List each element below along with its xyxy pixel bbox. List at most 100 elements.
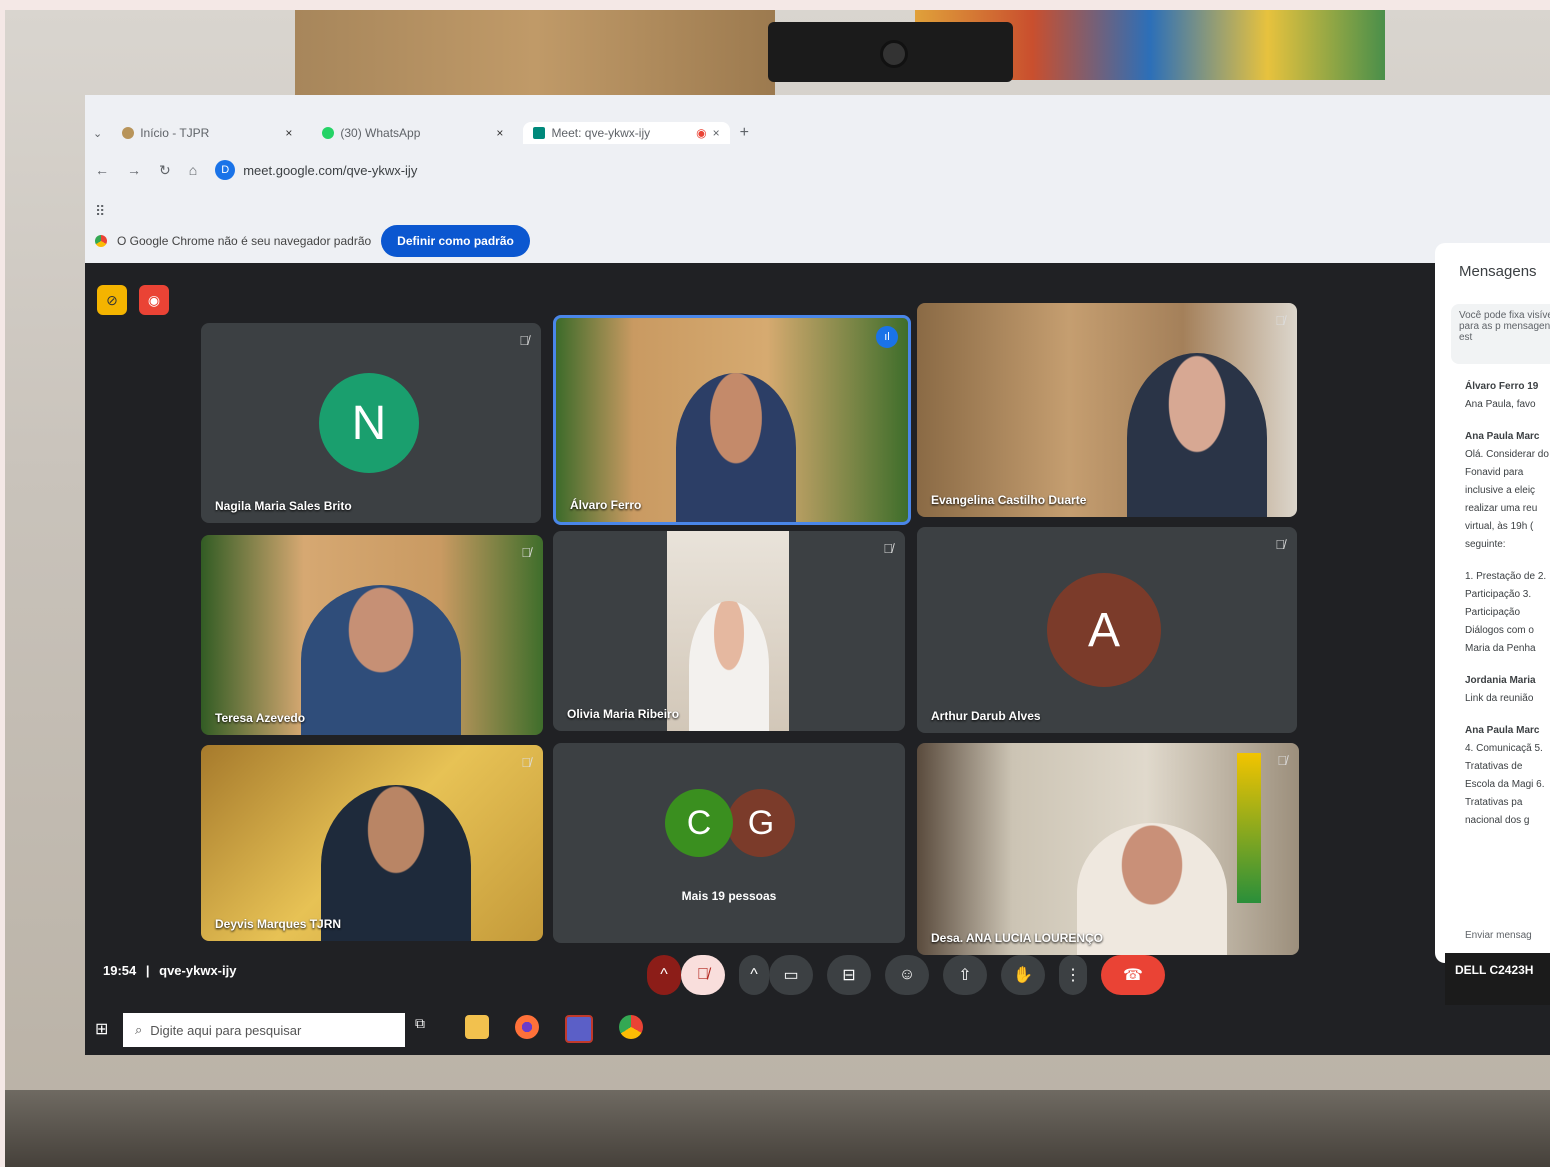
apps-grid-icon[interactable]: ⠿ <box>95 203 105 220</box>
participant-video <box>301 585 461 735</box>
participant-tile[interactable]: 🎙̸ Teresa Azevedo <box>201 535 543 735</box>
meeting-time: 19:54 <box>103 963 137 978</box>
more-participants-tile[interactable]: C G Mais 19 pessoas <box>553 743 905 943</box>
desk <box>5 1090 1550 1167</box>
chat-panel: Mensagens Você pode fixa visível para as… <box>1435 243 1550 963</box>
taskbar-apps: ⧉ <box>415 1015 643 1043</box>
participant-tile[interactable]: 🎙̸ Evangelina Castilho Duarte <box>917 303 1297 517</box>
participant-name: Olivia Maria Ribeiro <box>567 707 680 721</box>
chat-title: Mensagens <box>1459 263 1537 280</box>
participant-name: Nagila Maria Sales Brito <box>215 499 352 513</box>
chat-message: Álvaro Ferro 19 Ana Paula, favo <box>1465 381 1539 410</box>
tab-meet[interactable]: Meet: qve-ykwx-ijy ◉ × <box>523 122 730 144</box>
tab-whatsapp[interactable]: (30) WhatsApp × <box>312 122 513 144</box>
pin-message-hint: Você pode fixa visível para as p mensage… <box>1451 304 1550 364</box>
chrome-icon <box>95 235 107 247</box>
meeting-code: qve-ykwx-ijy <box>159 963 237 978</box>
chrome-taskbar-icon[interactable] <box>619 1015 643 1039</box>
tab-search-icon[interactable]: ⌄ <box>93 127 102 140</box>
new-tab-button[interactable]: + <box>740 124 749 142</box>
mic-off-icon: 🎙̸ <box>883 541 893 556</box>
chat-message: Jordania Maria Link da reunião <box>1465 675 1536 704</box>
participant-name: Arthur Darub Alves <box>931 709 1041 723</box>
webcam-lens <box>880 40 908 68</box>
whatsapp-icon <box>322 127 335 139</box>
chat-message: Ana Paula Marc Olá. Considerar do Fonavi… <box>1465 431 1549 550</box>
camera-options-chevron-icon[interactable]: ^ <box>739 955 769 995</box>
emoji-button[interactable]: ☺ <box>885 955 929 995</box>
participant-avatar: G <box>727 789 795 857</box>
search-icon: ⌕ <box>135 1022 143 1037</box>
participant-name: Evangelina Castilho Duarte <box>931 493 1087 507</box>
participant-tile[interactable]: N 🎙̸ Nagila Maria Sales Brito <box>201 323 541 523</box>
url-field[interactable]: D meet.google.com/qve-ykwx-ijy <box>215 160 417 180</box>
home-icon[interactable]: ⌂ <box>189 162 197 178</box>
participant-tile[interactable]: A 🎙̸ Arthur Darub Alves <box>917 527 1297 733</box>
browser-chrome: ⌄ Início - TJPR × (30) WhatsApp × Meet: … <box>85 95 1550 263</box>
captions-button[interactable]: ⊟ <box>827 955 871 995</box>
participant-video <box>676 373 796 522</box>
task-view-icon[interactable]: ⧉ <box>415 1015 439 1039</box>
teams-icon[interactable] <box>565 1015 593 1043</box>
participant-tile[interactable]: 🎙̸ Desa. ANA LUCIA LOURENÇO <box>917 743 1299 955</box>
forward-icon[interactable]: → <box>127 162 141 178</box>
participant-tile[interactable]: 🎙̸ Deyvis Marques TJRN <box>201 745 543 941</box>
participant-video <box>667 531 789 731</box>
participant-name: Álvaro Ferro <box>570 498 642 512</box>
mic-off-icon: 🎙̸ <box>519 333 529 348</box>
taskbar-search-input[interactable]: ⌕ Digite aqui para pesquisar <box>123 1013 405 1047</box>
mic-off-icon: 🎙̸ <box>1275 313 1285 328</box>
monitor-model-label: DELL C2423H <box>1455 963 1534 977</box>
more-options-button[interactable]: ⋮ <box>1059 955 1087 995</box>
mic-off-button[interactable]: 🎙̸ <box>681 955 725 995</box>
recording-indicator-icon: ◉ <box>139 285 169 315</box>
back-icon[interactable]: ← <box>95 162 109 178</box>
participant-video <box>1127 353 1267 517</box>
camera-button[interactable]: ▭ <box>769 955 813 995</box>
reload-icon[interactable]: ↻ <box>159 162 171 179</box>
participant-avatar: C <box>665 789 733 857</box>
tab-inicio[interactable]: Início - TJPR × <box>112 122 302 144</box>
chat-send-input[interactable]: Enviar mensag <box>1465 930 1532 941</box>
participant-silhouette <box>689 601 769 731</box>
monitor-screen: ⌄ Início - TJPR × (30) WhatsApp × Meet: … <box>85 95 1550 1055</box>
file-explorer-icon[interactable] <box>465 1015 489 1039</box>
tab-strip: ⌄ Início - TJPR × (30) WhatsApp × Meet: … <box>93 119 749 147</box>
close-icon[interactable]: × <box>496 126 503 140</box>
participant-name: Teresa Azevedo <box>215 711 306 725</box>
recording-icon: ◉ <box>696 126 707 140</box>
present-button[interactable]: ⇧ <box>943 955 987 995</box>
leave-call-button[interactable]: ☎ <box>1101 955 1165 995</box>
close-icon[interactable]: × <box>285 126 292 140</box>
address-bar: ← → ↻ ⌂ D meet.google.com/qve-ykwx-ijy <box>95 160 417 180</box>
meeting-controls: ^ 🎙̸ ^ ▭ ⊟ ☺ ⇧ ✋ ⋮ ☎ <box>647 955 1165 995</box>
participant-tile[interactable]: 🎙̸ Olivia Maria Ribeiro <box>553 531 905 731</box>
speaking-indicator-icon: ıl <box>876 326 898 348</box>
participant-tile[interactable]: ıl Álvaro Ferro <box>553 315 911 525</box>
mic-options-chevron-icon[interactable]: ^ <box>647 955 681 995</box>
meeting-info: 19:54 | qve-ykwx-ijy <box>103 963 237 978</box>
participant-avatar: N <box>319 373 419 473</box>
participant-avatar: A <box>1047 573 1161 687</box>
camera-control: ^ ▭ <box>739 955 813 995</box>
chat-message: Ana Paula Marc 4. Comunicaçã 5. Tratativ… <box>1465 725 1545 826</box>
set-default-button[interactable]: Definir como padrão <box>381 225 530 257</box>
windows-start-icon[interactable]: ⊞ <box>95 1019 108 1039</box>
close-icon[interactable]: × <box>713 126 720 140</box>
participant-video <box>321 785 471 941</box>
more-participants-label: Mais 19 pessoas <box>681 889 777 903</box>
raise-hand-button[interactable]: ✋ <box>1001 955 1045 995</box>
site-info-icon[interactable]: D <box>215 160 236 180</box>
default-browser-infobar: O Google Chrome não é seu navegador padr… <box>95 225 530 257</box>
mic-off-icon: 🎙̸ <box>1277 753 1287 768</box>
participant-name: Desa. ANA LUCIA LOURENÇO <box>931 931 1104 945</box>
mic-control: ^ 🎙̸ <box>647 955 725 995</box>
windows-taskbar: ⊞ ⌕ Digite aqui para pesquisar ⧉ <box>85 1005 1550 1055</box>
participant-name: Deyvis Marques TJRN <box>215 917 342 931</box>
firefox-icon[interactable] <box>515 1015 539 1039</box>
webcam <box>768 22 1013 82</box>
mic-off-icon: 🎙̸ <box>1275 537 1285 552</box>
meet-icon <box>533 127 546 139</box>
mic-off-icon: 🎙̸ <box>521 755 531 770</box>
tjpr-favicon-icon <box>122 127 135 139</box>
